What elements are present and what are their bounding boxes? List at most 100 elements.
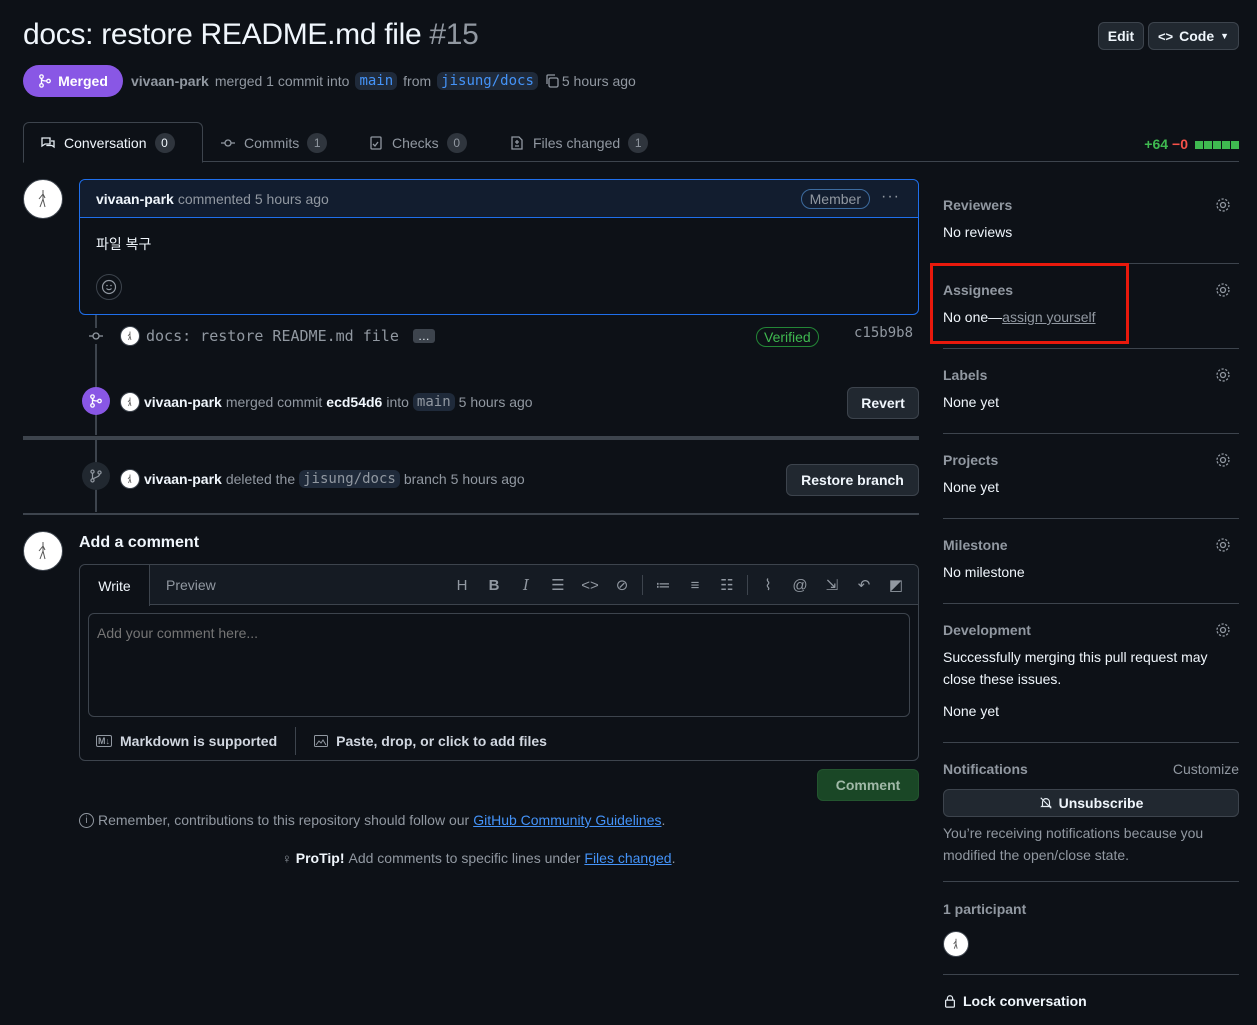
author-link[interactable]: vivaan-park — [131, 73, 209, 89]
git-commit-icon — [88, 328, 104, 344]
editor-tabs: Write Preview H B I ☰ <> ⊘ ≔ ≡ ☷ ⌇ @ ⇲ ↶… — [80, 565, 918, 606]
cross-reference-icon[interactable]: ⇲ — [816, 576, 848, 594]
development-desc: Successfully merging this pull request m… — [943, 649, 1208, 687]
smiley-icon[interactable] — [96, 274, 122, 300]
unordered-list-icon[interactable]: ≡ — [679, 577, 711, 594]
unsubscribe-button[interactable]: Unsubscribe — [943, 789, 1239, 817]
merge-event-text: merged commit — [225, 394, 323, 410]
gear-icon[interactable] — [1215, 537, 1231, 556]
projects-title[interactable]: Projects — [943, 452, 1239, 468]
merge-icon — [82, 387, 110, 415]
milestone-value: No milestone — [943, 564, 1025, 580]
tab-preview-label: Preview — [166, 577, 216, 593]
tab-checks[interactable]: Checks 0 — [352, 122, 483, 163]
quote-icon[interactable]: ☰ — [542, 576, 574, 594]
labels-title[interactable]: Labels — [943, 367, 1239, 383]
merge-event-time[interactable]: 5 hours ago — [459, 394, 533, 410]
tasklist-icon[interactable]: ☷ — [711, 576, 743, 594]
revert-label: Revert — [861, 395, 905, 411]
protip-label: ProTip! — [295, 850, 345, 866]
tab-write-label: Write — [98, 577, 131, 594]
toolbar-divider — [642, 575, 643, 595]
kebab-horizontal-icon[interactable]: ··· — [881, 188, 900, 206]
verified-badge[interactable]: Verified — [756, 327, 819, 347]
gear-icon[interactable] — [1215, 367, 1231, 386]
avatar[interactable] — [120, 469, 140, 489]
delete-author[interactable]: vivaan-park — [144, 471, 222, 487]
comment-time[interactable]: commented 5 hours ago — [178, 191, 329, 207]
bold-icon[interactable]: B — [478, 577, 510, 594]
reply-icon[interactable]: ↶ — [848, 576, 880, 594]
slash-command-icon[interactable]: ◩ — [880, 576, 912, 594]
guidelines-text: Remember, contributions to this reposito… — [98, 812, 470, 828]
comment-button[interactable]: Comment — [817, 769, 919, 801]
tab-conversation-count: 0 — [154, 132, 175, 153]
restore-branch-button[interactable]: Restore branch — [786, 464, 919, 496]
lock-conversation-link[interactable]: Lock conversation — [943, 993, 1087, 1009]
pr-title: docs: restore README.md file — [23, 18, 422, 51]
commit-expand-button[interactable]: … — [412, 329, 435, 343]
milestone-title[interactable]: Milestone — [943, 537, 1239, 553]
paperclip-icon[interactable]: ⌇ — [752, 576, 784, 594]
sidebar-participants: 1 participant — [943, 901, 1239, 975]
edit-button[interactable]: Edit — [1098, 22, 1144, 50]
link-icon[interactable]: ⊘ — [606, 576, 638, 594]
revert-button[interactable]: Revert — [847, 387, 919, 419]
tab-preview[interactable]: Preview — [150, 565, 232, 605]
avatar[interactable] — [120, 392, 140, 412]
development-title[interactable]: Development — [943, 622, 1239, 638]
base-branch[interactable]: main — [355, 72, 398, 90]
editor-footer: M↓ Markdown is supported Paste, drop, or… — [96, 727, 547, 755]
heading-icon[interactable]: H — [446, 577, 478, 594]
info-icon: i — [79, 812, 94, 828]
delete-branch-event: vivaan-park deleted the jisung/docs bran… — [120, 467, 525, 491]
mention-icon[interactable]: @ — [784, 577, 816, 594]
sidebar-reviewers: Reviewers No reviews — [943, 197, 1239, 264]
delete-event-time[interactable]: 5 hours ago — [451, 471, 525, 487]
merge-time: 5 hours ago — [561, 73, 636, 89]
edit-label: Edit — [1107, 28, 1135, 44]
tab-conversation[interactable]: Conversation 0 — [23, 122, 203, 163]
merge-target-branch[interactable]: main — [412, 393, 455, 411]
markdown-note[interactable]: Markdown is supported — [120, 733, 277, 749]
status-badge: Merged — [23, 65, 123, 97]
page-title: docs: restore README.md file #15 — [23, 18, 479, 52]
reviewers-title[interactable]: Reviewers — [943, 197, 1239, 213]
comment-author[interactable]: vivaan-park — [96, 191, 174, 207]
avatar[interactable] — [120, 326, 140, 346]
ordered-list-icon[interactable]: ≔ — [647, 576, 679, 594]
head-branch[interactable]: jisung/docs — [437, 72, 538, 90]
commit-message[interactable]: docs: restore README.md file — [146, 327, 399, 345]
code-button[interactable]: <> Code ▼ — [1148, 22, 1239, 50]
copy-icon[interactable] — [544, 73, 560, 89]
comment-textarea[interactable] — [88, 613, 910, 717]
diffstat: +64 −0 — [1144, 136, 1239, 152]
sidebar-milestone: Milestone No milestone — [943, 537, 1239, 604]
tab-files-changed[interactable]: Files changed 1 — [493, 122, 664, 163]
bell-slash-icon — [1039, 797, 1052, 809]
avatar[interactable] — [943, 931, 969, 957]
attach-files-note[interactable]: Paste, drop, or click to add files — [336, 733, 547, 749]
avatar[interactable] — [23, 179, 63, 219]
commit-sha[interactable]: c15b9b8 — [854, 325, 913, 341]
files-changed-link[interactable]: Files changed — [584, 850, 671, 866]
gear-icon[interactable] — [1215, 452, 1231, 471]
tab-write[interactable]: Write — [80, 565, 150, 606]
sidebar-notifications: Notifications Customize You’re receiving… — [943, 761, 1239, 882]
avatar-figure-icon — [38, 190, 46, 208]
code-icon[interactable]: <> — [574, 577, 606, 594]
community-guidelines-link[interactable]: GitHub Community Guidelines — [473, 812, 661, 828]
italic-icon[interactable]: I — [510, 576, 542, 594]
gear-icon[interactable] — [1215, 622, 1231, 641]
markdown-icon: M↓ — [96, 735, 112, 747]
image-icon — [314, 735, 329, 747]
avatar[interactable] — [23, 531, 63, 571]
gear-icon[interactable] — [1215, 282, 1231, 301]
reviewers-value: No reviews — [943, 224, 1013, 240]
customize-link[interactable]: Customize — [1173, 761, 1239, 777]
diff-additions: +64 — [1144, 136, 1169, 152]
merge-author[interactable]: vivaan-park — [144, 394, 222, 410]
gear-icon[interactable] — [1215, 197, 1231, 216]
tab-commits[interactable]: Commits 1 — [204, 122, 343, 163]
merge-commit-sha[interactable]: ecd54d6 — [326, 394, 382, 410]
